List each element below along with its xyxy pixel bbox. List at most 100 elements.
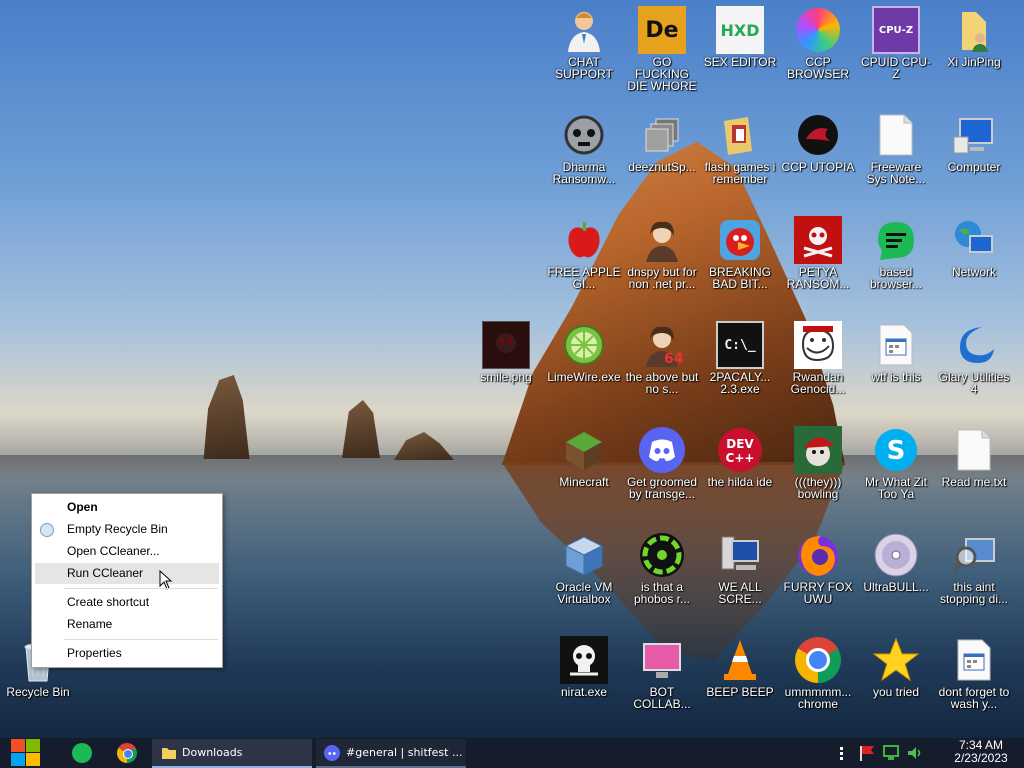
red-dragon-icon bbox=[794, 111, 842, 159]
skype-icon: S bbox=[872, 426, 920, 474]
doctor-icon bbox=[560, 6, 608, 54]
window-file-icon bbox=[950, 636, 998, 684]
devcpp-icon: DEV C++ bbox=[716, 426, 764, 474]
desktop-icon-ultrabull[interactable]: UltraBULL... bbox=[858, 527, 934, 631]
flag-icon[interactable] bbox=[858, 745, 876, 761]
start-button[interactable] bbox=[10, 738, 40, 768]
menu-item-open[interactable]: Open bbox=[35, 497, 219, 518]
desktop-icon-free-apple[interactable]: FREE APPLE GI... bbox=[546, 212, 622, 316]
discord-icon bbox=[324, 745, 340, 761]
taskbar-pinned-browser-icon[interactable] bbox=[72, 743, 92, 763]
chrome-icon bbox=[794, 636, 842, 684]
desktop-icon-de[interactable]: De GO FUCKING DIE WHORE bbox=[624, 2, 700, 106]
desktop-icon-beep-beep[interactable]: BEEP BEEP bbox=[702, 632, 778, 736]
computer-icon bbox=[950, 111, 998, 159]
desktop-icon-based-browser[interactable]: based browser... bbox=[858, 212, 934, 316]
limewire-icon bbox=[560, 321, 608, 369]
taskbar-task-downloads[interactable]: Downloads bbox=[152, 739, 312, 768]
discord-icon bbox=[638, 426, 686, 474]
de-app-icon: De bbox=[638, 6, 686, 54]
taskbar-chrome-icon[interactable] bbox=[117, 743, 137, 763]
elf-icon bbox=[794, 426, 842, 474]
desktop-icon-rwandan[interactable]: Rwandan Genocid... bbox=[780, 317, 856, 421]
desktop-icon-limewire[interactable]: LimeWire.exe bbox=[546, 317, 622, 421]
desktop-icon-they-bowling[interactable]: (((they))) bowling bbox=[780, 422, 856, 526]
desktop-icon-cpu-z[interactable]: CPU-Z CPUID CPU-Z bbox=[858, 2, 934, 106]
volume-icon[interactable] bbox=[906, 745, 924, 761]
desktop[interactable]: CHAT SUPPORT De GO FUCKING DIE WHORE HXD… bbox=[0, 0, 1024, 738]
recycle-small-icon bbox=[40, 523, 54, 537]
desktop-icon-read-me[interactable]: Read me.txt bbox=[936, 422, 1012, 526]
menu-item-empty-recycle-bin[interactable]: Empty Recycle Bin bbox=[35, 519, 219, 540]
terminal-icon: C:\_ bbox=[716, 321, 764, 369]
folder-icon bbox=[716, 111, 764, 159]
desktop-icon-mr-what-zit[interactable]: S Mr What Zit Too Ya bbox=[858, 422, 934, 526]
menu-item-create-shortcut[interactable]: Create shortcut bbox=[35, 592, 219, 613]
desktop-icon-minecraft[interactable]: Minecraft bbox=[546, 422, 622, 526]
desktop-icon-flash-games[interactable]: flash games i remember bbox=[702, 107, 778, 211]
desktop-icon-glary[interactable]: Glary Utilities 4 bbox=[936, 317, 1012, 421]
desktop-icon-deeznut[interactable]: deeznutSp... bbox=[624, 107, 700, 211]
network-tray-icon[interactable] bbox=[882, 745, 900, 761]
portrait-icon bbox=[638, 216, 686, 264]
desktop-icon-dharma[interactable]: Dharma Ransomw... bbox=[546, 107, 622, 211]
desktop-icon-smile-png[interactable]: smile.png bbox=[468, 317, 544, 421]
tray-overflow-icon[interactable] bbox=[840, 747, 844, 761]
chat-bubble-icon bbox=[872, 216, 920, 264]
image-icon bbox=[482, 321, 530, 369]
mouse-cursor-icon bbox=[159, 570, 173, 590]
desktop-icon-sex-editor[interactable]: HXD SEX EDITOR bbox=[702, 2, 778, 106]
taskbar-task-discord[interactable]: #general | shitfest ... bbox=[316, 739, 466, 768]
minecraft-icon bbox=[560, 426, 608, 474]
desktop-icon-freeware-notes[interactable]: Freeware Sys Note... bbox=[858, 107, 934, 211]
desktop-icon-we-all-scre[interactable]: WE ALL SCRE... bbox=[702, 527, 778, 631]
desktop-icon-dont-forget[interactable]: dont forget to wash y... bbox=[936, 632, 1012, 736]
virtualbox-icon bbox=[560, 531, 608, 579]
apple-icon bbox=[560, 216, 608, 264]
menu-item-properties[interactable]: Properties bbox=[35, 643, 219, 664]
menu-item-rename[interactable]: Rename bbox=[35, 614, 219, 635]
desktop-icon-computer[interactable]: Computer bbox=[936, 107, 1012, 211]
desktop-icon-wtf-is-this[interactable]: wtf is this bbox=[858, 317, 934, 421]
taskbar-clock[interactable]: 7:34 AM 2/23/2023 bbox=[946, 739, 1016, 765]
portrait-64-icon: 64 bbox=[638, 321, 686, 369]
desktop-icon-virtualbox[interactable]: Oracle VM Virtualbox bbox=[546, 527, 622, 631]
desktop-icon-furry-fox[interactable]: FURRY FOX UWU bbox=[780, 527, 856, 631]
desktop-icon-chrome[interactable]: ummmmm... chrome bbox=[780, 632, 856, 736]
desktop-icon-get-groomed[interactable]: Get groomed by transge... bbox=[624, 422, 700, 526]
vlc-icon bbox=[716, 636, 764, 684]
desktop-icon-chat-support[interactable]: CHAT SUPPORT bbox=[546, 2, 622, 106]
desktop-icon-bot-collab[interactable]: BOT COLLAB... bbox=[624, 632, 700, 736]
star-icon bbox=[872, 636, 920, 684]
desktop-icon-phobos[interactable]: is that a phobos r... bbox=[624, 527, 700, 631]
svg-text:C++: C++ bbox=[726, 451, 755, 465]
svg-text:S: S bbox=[887, 436, 906, 466]
menu-item-open-ccleaner[interactable]: Open CCleaner... bbox=[35, 541, 219, 562]
desktop-icon-hilda-ide[interactable]: DEV C++ the hilda ide bbox=[702, 422, 778, 526]
wallpaper-rock bbox=[342, 400, 380, 458]
desktop-icon-xi-jinping[interactable]: Xi JinPing bbox=[936, 2, 1012, 106]
network-icon bbox=[950, 216, 998, 264]
desktop-icon-network[interactable]: Network bbox=[936, 212, 1012, 316]
desktop-icon-breaking-bad[interactable]: BREAKING BAD BIT... bbox=[702, 212, 778, 316]
desktop-icon-dnspy[interactable]: dnspy but for non .net pr... bbox=[624, 212, 700, 316]
folder-user-icon bbox=[950, 6, 998, 54]
desktop-icon-2pacaly[interactable]: C:\_ 2PACALY... 2.3.exe bbox=[702, 317, 778, 421]
desktop-icon-ccp-browser[interactable]: CCP BROWSER bbox=[780, 2, 856, 106]
menu-separator bbox=[64, 588, 218, 589]
desktop-icon-petya[interactable]: PETYA RANSOM... bbox=[780, 212, 856, 316]
desktop-icon-this-aint-stopping[interactable]: this aint stopping di... bbox=[936, 527, 1012, 631]
window-file-icon bbox=[872, 321, 920, 369]
desktop-icon-nirat[interactable]: nirat.exe bbox=[546, 632, 622, 736]
computer-alt-icon bbox=[716, 531, 764, 579]
glary-icon bbox=[950, 321, 998, 369]
context-menu: Open Empty Recycle Bin Open CCleaner... … bbox=[31, 493, 223, 668]
troll-face-icon bbox=[794, 321, 842, 369]
desktop-icon-ccp-utopia[interactable]: CCP UTOPIA bbox=[780, 107, 856, 211]
desktop-icon-the-above[interactable]: 64 the above but no s... bbox=[624, 317, 700, 421]
menu-item-run-ccleaner[interactable]: Run CCleaner bbox=[35, 563, 219, 590]
hxd-icon: HXD bbox=[716, 6, 764, 54]
firefox-icon bbox=[794, 531, 842, 579]
skull-icon bbox=[560, 636, 608, 684]
desktop-icon-you-tried[interactable]: you tried bbox=[858, 632, 934, 736]
